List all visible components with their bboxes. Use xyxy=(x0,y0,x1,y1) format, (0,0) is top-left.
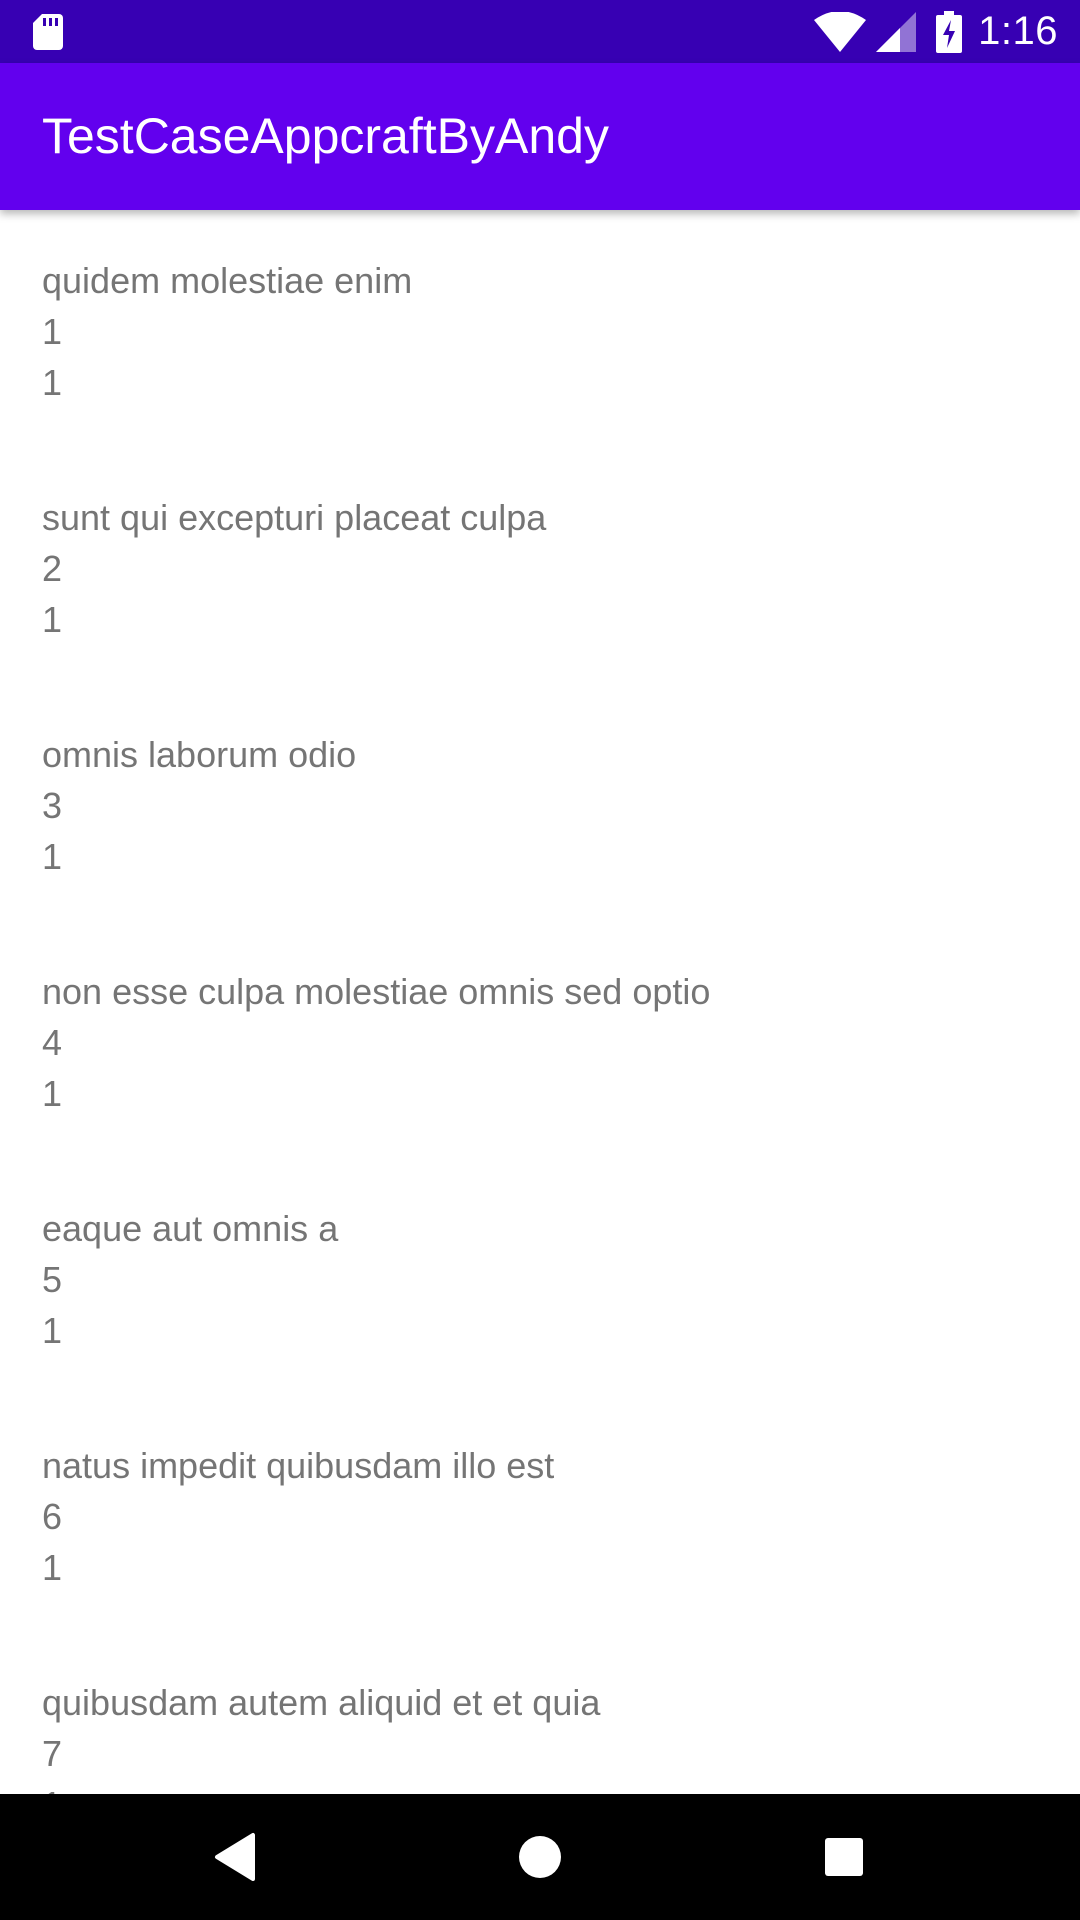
recents-icon[interactable] xyxy=(814,1827,874,1887)
home-icon[interactable] xyxy=(510,1827,570,1887)
status-bar: 1:16 xyxy=(0,0,1080,63)
item-user-id: 1 xyxy=(42,1779,1042,1794)
item-id: 6 xyxy=(42,1496,63,1537)
item-user-id: 1 xyxy=(42,836,63,877)
list-item[interactable]: quidem molestiae enim 1 1 xyxy=(42,255,1042,408)
list-item[interactable]: natus impedit quibusdam illo est 6 1 xyxy=(42,1440,1042,1593)
list-item[interactable]: sunt qui excepturi placeat culpa 2 1 xyxy=(42,492,1042,645)
item-id: 5 xyxy=(42,1259,63,1300)
item-id: 1 xyxy=(42,311,63,352)
status-clock: 1:16 xyxy=(978,9,1058,53)
item-title: natus impedit quibusdam illo est xyxy=(42,1445,555,1486)
item-title: quibusdam autem aliquid et et quia xyxy=(42,1682,601,1723)
item-id: 3 xyxy=(42,785,63,826)
item-user-id: 1 xyxy=(42,599,63,640)
item-title: quidem molestiae enim xyxy=(42,260,413,301)
list-item[interactable]: quibusdam autem aliquid et et quia 7 1 xyxy=(42,1677,1042,1794)
back-icon[interactable] xyxy=(207,1827,267,1887)
item-user-id: 1 xyxy=(42,1073,63,1114)
item-user-id: 1 xyxy=(42,1310,63,1351)
cell-signal-icon xyxy=(876,11,917,52)
app-bar: TestCaseAppcraftByAndy xyxy=(0,63,1080,210)
item-title: omnis laborum odio xyxy=(42,734,357,775)
list-item[interactable]: non esse culpa molestiae omnis sed optio… xyxy=(42,966,1042,1119)
item-user-id: 1 xyxy=(42,1547,63,1588)
status-icons: 1:16 xyxy=(814,0,1058,63)
item-id: 7 xyxy=(42,1733,63,1774)
wifi-icon xyxy=(814,11,867,52)
navigation-bar xyxy=(0,1794,1080,1920)
item-id: 4 xyxy=(42,1022,63,1063)
item-id: 2 xyxy=(42,548,63,589)
item-title: non esse culpa molestiae omnis sed optio xyxy=(42,971,711,1012)
screen: 1:16 TestCaseAppcraftByAndy quidem moles… xyxy=(0,0,1080,1920)
battery-charging-icon xyxy=(936,10,963,53)
item-list[interactable]: quidem molestiae enim 1 1 sunt qui excep… xyxy=(0,210,1080,1794)
list-item[interactable]: omnis laborum odio 3 1 xyxy=(42,729,1042,882)
item-title: eaque aut omnis a xyxy=(42,1208,339,1249)
sd-card-icon xyxy=(33,14,63,50)
app-title: TestCaseAppcraftByAndy xyxy=(42,108,609,164)
list-item[interactable]: eaque aut omnis a 5 1 xyxy=(42,1203,1042,1356)
item-title: sunt qui excepturi placeat culpa xyxy=(42,497,547,538)
item-user-id: 1 xyxy=(42,362,63,403)
